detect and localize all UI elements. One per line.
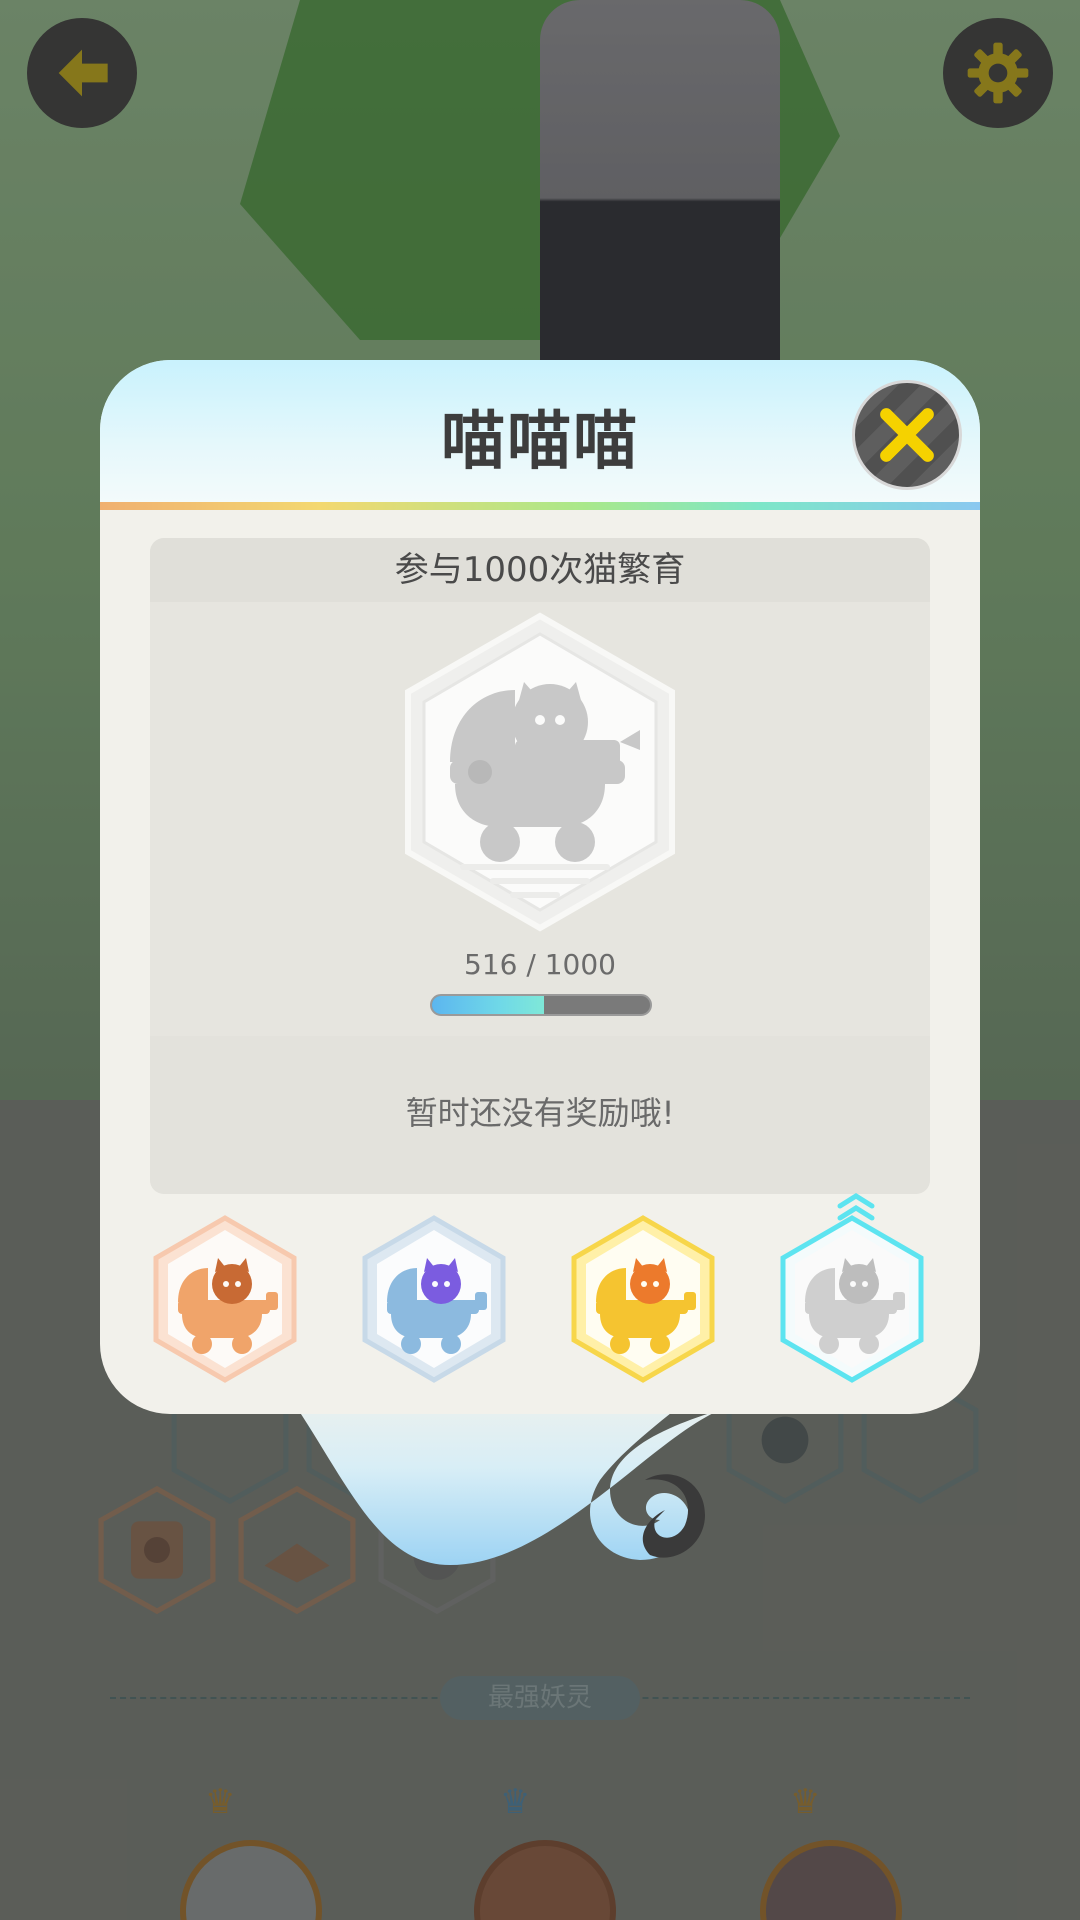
header-divider <box>100 502 980 510</box>
cat-stroller-icon <box>362 1215 506 1383</box>
tier-badge-silver[interactable] <box>359 1214 509 1384</box>
close-x-icon <box>880 408 934 462</box>
close-button[interactable] <box>852 380 962 490</box>
dialog-title: 喵喵喵 <box>441 405 639 479</box>
progress-bar <box>430 994 652 1016</box>
cat-stroller-icon <box>405 612 675 932</box>
progress-label: 516 / 1000 <box>464 948 616 981</box>
reward-message: 暂时还没有奖励哦! <box>405 1094 675 1132</box>
reward-area: 暂时还没有奖励哦! <box>150 1036 930 1194</box>
tier-badge-diamond[interactable] <box>777 1214 927 1384</box>
achievement-description: 参与1000次猫繁育 <box>150 538 930 602</box>
cat-stroller-icon <box>571 1215 715 1383</box>
achievement-dialog: 喵喵喵 参与1000次猫繁育 516 / 1000 暂时还没有奖励哦! <box>100 360 980 1414</box>
achievement-panel: 参与1000次猫繁育 516 / 1000 暂时还没有奖励哦! <box>150 538 930 1194</box>
tier-badge-gold[interactable] <box>568 1214 718 1384</box>
cat-stroller-icon <box>153 1215 297 1383</box>
progress-fill <box>432 996 545 1014</box>
cat-stroller-icon <box>780 1215 924 1383</box>
tier-badge-bronze[interactable] <box>150 1214 300 1384</box>
